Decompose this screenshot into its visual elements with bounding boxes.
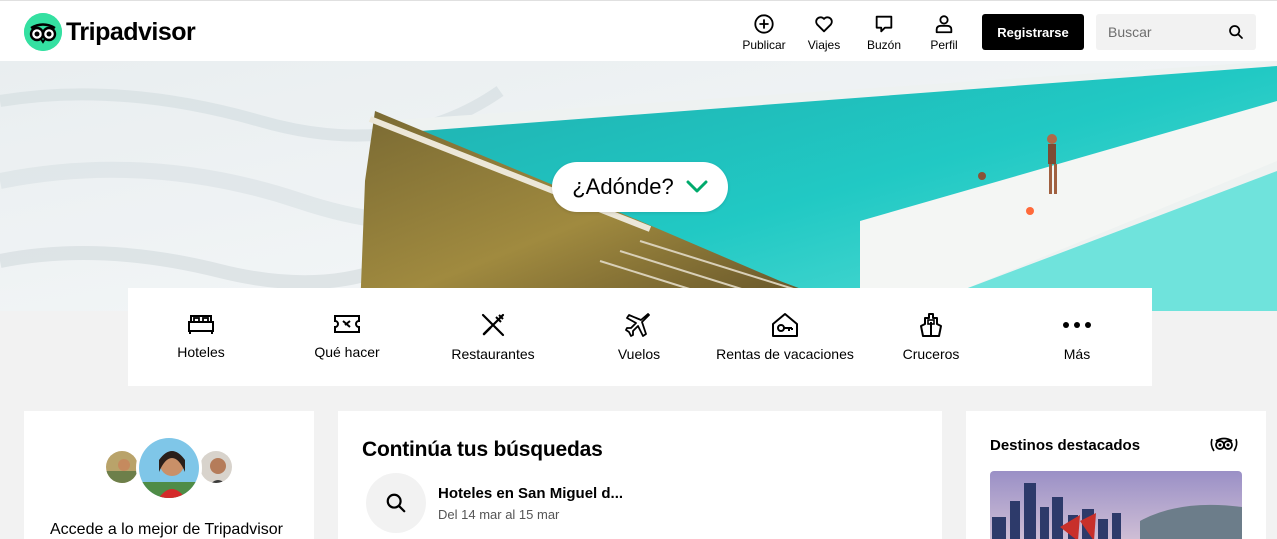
plus-circle-icon [754, 14, 774, 34]
category-mas[interactable]: Más [1004, 312, 1150, 363]
house-key-icon [772, 313, 798, 337]
category-vuelos[interactable]: Vuelos [566, 312, 712, 363]
signin-prompt[interactable]: Accede a lo mejor de Tripadvisor [50, 521, 283, 539]
travelers-choice-icon [1210, 437, 1238, 452]
featured-destinations-card: Destinos destacados [966, 411, 1266, 539]
featured-destinations-title: Destinos destacados [990, 437, 1141, 454]
category-que-hacer[interactable]: Qué hacer [274, 312, 420, 361]
recent-searches-card: Continúa tus búsquedas Hoteles en San Mi… [338, 411, 942, 539]
owl-logo-icon [24, 13, 62, 51]
category-label: Más [1063, 346, 1091, 362]
category-cruceros[interactable]: Cruceros [858, 312, 1004, 363]
where-to-dropdown[interactable]: ¿Adónde? [552, 162, 728, 212]
avatar [104, 449, 140, 485]
category-label: Restaurantes [451, 346, 535, 362]
ticket-icon [334, 315, 360, 333]
category-label: Qué hacer [314, 344, 380, 360]
nav-publicar[interactable]: Publicar [734, 13, 794, 52]
category-label: Cruceros [902, 346, 960, 362]
nav-label-perfil: Perfil [930, 38, 958, 52]
search-icon[interactable] [1228, 24, 1244, 40]
hero-banner: ¿Adónde? [0, 61, 1277, 311]
category-rentas[interactable]: Rentas de vacaciones [712, 312, 858, 363]
destination-image[interactable] [990, 471, 1242, 539]
nav-buzon[interactable]: Buzón [854, 13, 914, 52]
search-input[interactable] [1096, 14, 1221, 50]
category-restaurantes[interactable]: Restaurantes [420, 312, 566, 363]
signin-card: Accede a lo mejor de Tripadvisor [24, 411, 314, 539]
category-hoteles[interactable]: Hoteles [128, 312, 274, 361]
recent-search-dates: Del 14 mar al 15 mar [438, 507, 560, 522]
register-button[interactable]: Registrarse [982, 14, 1084, 50]
more-dots-icon [1063, 322, 1091, 328]
user-icon [935, 15, 953, 34]
tripadvisor-logo[interactable]: Tripadvisor [24, 13, 196, 51]
recent-search-icon-wrap[interactable] [366, 473, 426, 533]
fork-knife-icon [481, 313, 505, 337]
search-icon [386, 493, 406, 513]
category-label: Hoteles [177, 344, 225, 360]
category-bar: Hoteles Qué hacer Restaurantes Vuelos Re… [128, 288, 1152, 386]
nav-label-buzon: Buzón [866, 38, 902, 52]
category-label: Rentas de vacaciones [716, 346, 854, 362]
recent-search-title[interactable]: Hoteles en San Miguel d... [438, 485, 623, 502]
search-box [1096, 14, 1256, 50]
avatar [198, 449, 234, 485]
message-icon [875, 15, 893, 33]
heart-icon [815, 16, 833, 33]
nav-label-viajes: Viajes [807, 38, 841, 52]
where-to-label: ¿Adónde? [572, 174, 674, 199]
avatar [136, 435, 202, 501]
nav-label-publicar: Publicar [742, 38, 786, 52]
nav-viajes[interactable]: Viajes [794, 13, 854, 52]
logo-wordmark: Tripadvisor [66, 17, 196, 46]
recent-searches-title: Continúa tus búsquedas [362, 438, 603, 461]
top-header: Tripadvisor Publicar Viajes Buzón Perfil… [0, 0, 1277, 61]
bed-icon [188, 315, 214, 334]
ship-icon [920, 313, 942, 337]
nav-perfil[interactable]: Perfil [914, 13, 974, 52]
plane-icon [625, 313, 650, 337]
category-label: Vuelos [617, 346, 661, 362]
chevron-down-icon [686, 180, 708, 193]
